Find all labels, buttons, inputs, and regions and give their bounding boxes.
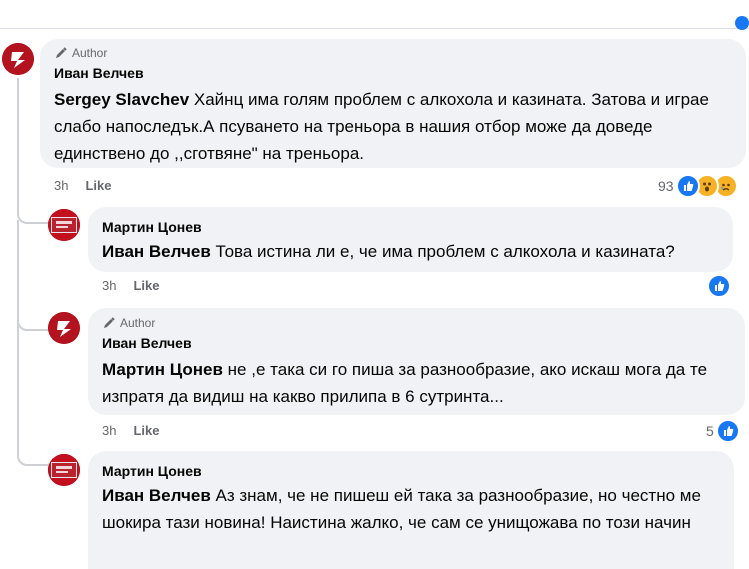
like-button[interactable]: Like <box>133 423 159 438</box>
thread-connector <box>17 440 49 466</box>
thread-connector <box>17 196 49 224</box>
like-icon <box>715 419 740 443</box>
comment-body: Това истина ли е, че има проблем с алкох… <box>215 242 675 261</box>
thread-connector <box>17 305 49 331</box>
avatar[interactable] <box>48 209 80 241</box>
pen-icon <box>56 47 67 58</box>
comment-bubble: Author Иван Велчев Sergey Slavchev Хайнц… <box>40 39 746 168</box>
comment-author-name[interactable]: Иван Велчев <box>102 334 192 352</box>
comment-bubble: Мартин Цонев Иван Велчев Това истина ли … <box>88 207 733 272</box>
profile-photo-icon <box>48 209 80 241</box>
author-badge: Author <box>102 316 192 330</box>
comment-actions: 3h Like <box>102 278 159 293</box>
comment-text: Sergey Slavchev Хайнц има голям проблем … <box>54 86 734 167</box>
comment-text: Мартин Цонев не ,е така си го пиша за ра… <box>102 356 732 410</box>
like-icon <box>675 174 700 198</box>
comment-timestamp[interactable]: 3h <box>54 178 68 193</box>
mention-link[interactable]: Иван Велчев <box>102 242 211 261</box>
club-logo-icon <box>48 312 80 344</box>
previous-content-edge <box>0 0 749 29</box>
pen-icon <box>104 317 115 328</box>
thread-line <box>17 325 19 445</box>
comment-bubble: Author Иван Велчев Мартин Цонев не ,е та… <box>88 308 745 415</box>
like-reaction-icon <box>735 16 749 30</box>
mention-link[interactable]: Sergey Slavchev <box>54 90 189 109</box>
author-badge-label: Author <box>120 316 156 330</box>
avatar[interactable] <box>48 454 80 486</box>
comment-author-name[interactable]: Мартин Цонев <box>102 462 202 480</box>
mention-link[interactable]: Иван Велчев <box>102 486 211 505</box>
comment-actions: 3h Like <box>102 423 159 438</box>
comment-text: Иван Велчев Аз знам, че не пишеш ей така… <box>102 482 722 536</box>
author-badge-label: Author <box>72 46 108 60</box>
comment-author-name[interactable]: Иван Велчев <box>54 64 144 82</box>
club-logo-icon <box>2 43 34 75</box>
comment-timestamp[interactable]: 3h <box>102 278 116 293</box>
like-icon <box>707 274 731 298</box>
reaction-summary[interactable]: 93 <box>658 174 738 198</box>
comment-actions: 3h Like <box>54 178 111 193</box>
like-button[interactable]: Like <box>85 178 111 193</box>
thread-line <box>17 78 19 213</box>
author-badge: Author <box>54 46 144 60</box>
like-button[interactable]: Like <box>133 278 159 293</box>
comment-bubble: Мартин Цонев Иван Велчев Аз знам, че не … <box>88 451 734 569</box>
avatar[interactable] <box>48 312 80 344</box>
reaction-summary[interactable]: 5 <box>706 419 740 443</box>
comment-timestamp[interactable]: 3h <box>102 423 116 438</box>
reaction-count: 93 <box>658 178 674 194</box>
avatar[interactable] <box>2 43 34 75</box>
reaction-count: 5 <box>706 423 714 439</box>
profile-photo-icon <box>48 454 80 486</box>
reaction-summary[interactable] <box>707 274 731 298</box>
mention-link[interactable]: Мартин Цонев <box>102 360 223 379</box>
comment-author-name[interactable]: Мартин Цонев <box>102 218 202 236</box>
comment-text: Иван Велчев Това истина ли е, че има про… <box>102 238 727 265</box>
